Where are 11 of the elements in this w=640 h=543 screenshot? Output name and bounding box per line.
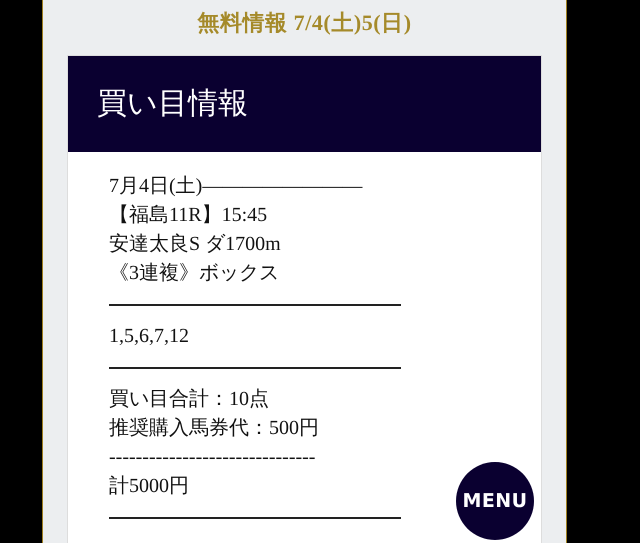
info-text: 《3連複》ボックス	[109, 262, 279, 284]
info-text: 7月4日(土)――――――――	[109, 175, 362, 197]
info-text: 安達太良S ダ1700m	[109, 233, 281, 255]
info-text: 推奨購入馬券代：500円	[109, 417, 319, 439]
info-text: -------------------------------	[109, 446, 316, 468]
info-text: 1,5,6,7,12	[109, 325, 189, 347]
info-text: 買い目合計：10点	[109, 388, 269, 410]
page-heading: 無料情報 7/4(土)5(日)	[197, 9, 412, 37]
info-text: 計5000円	[109, 475, 189, 497]
card-title: 買い目情報	[97, 86, 248, 122]
info-text: 【福島11R】15:45	[109, 204, 268, 226]
